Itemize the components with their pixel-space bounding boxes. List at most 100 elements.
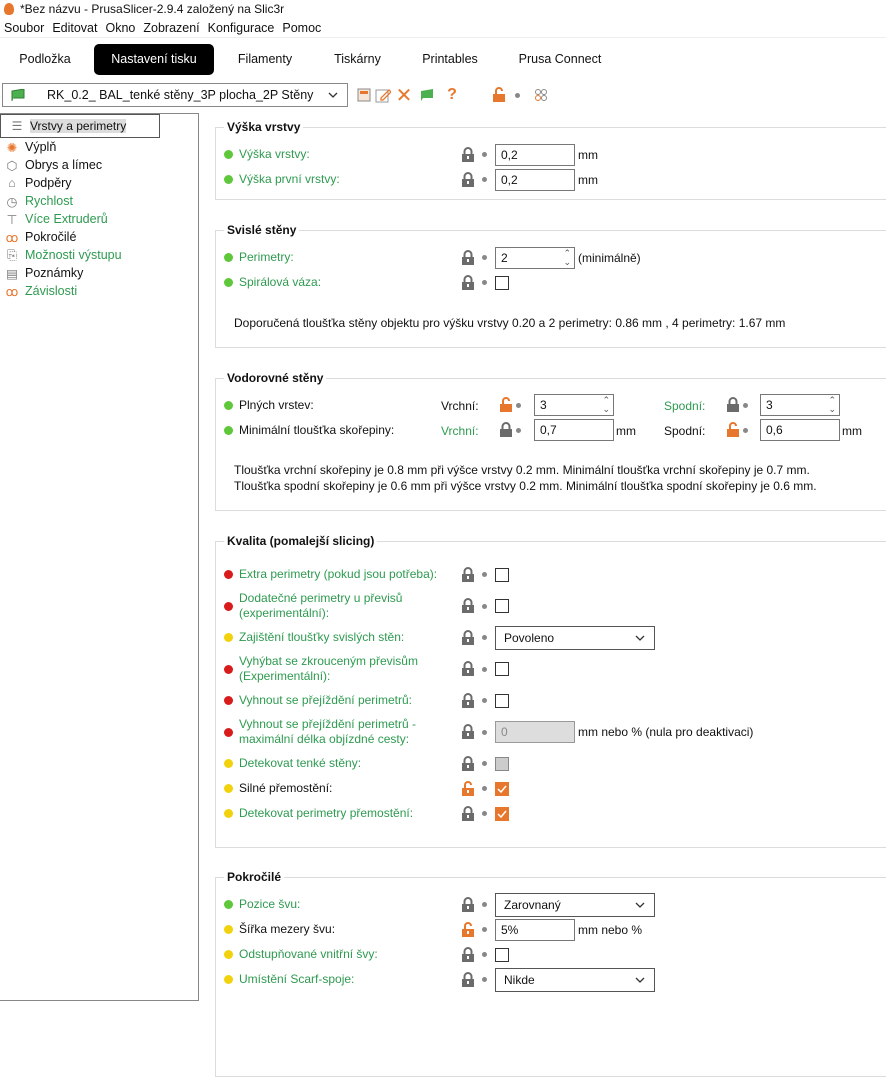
- setting-select[interactable]: Nikde: [495, 967, 655, 992]
- top-solid-layers-input[interactable]: 3 ⌃ ⌄: [534, 394, 614, 416]
- status-dot-icon: [224, 150, 233, 159]
- preset-dropdown[interactable]: RK_0.2_ BAL_tenké stěny_3P plocha_2P Stě…: [2, 83, 348, 107]
- sidebar-item-7[interactable]: ⎘ Možnosti výstupu: [0, 246, 198, 264]
- setting-input[interactable]: 5%: [495, 918, 575, 941]
- setting-select[interactable]: Zarovnaný: [495, 892, 655, 917]
- reset-dot-icon[interactable]: [482, 977, 487, 982]
- menu-konfigurace[interactable]: Konfigurace: [204, 21, 279, 35]
- setting-input[interactable]: 0,2: [495, 143, 575, 166]
- tab-nastaveni-tisku[interactable]: Nastavení tisku: [94, 44, 214, 75]
- reset-dot-icon[interactable]: [482, 952, 487, 957]
- tab-podlozka[interactable]: Podložka: [6, 44, 84, 75]
- sidebar-item-9[interactable]: ꝏ Závislosti: [0, 282, 198, 300]
- sidebar-item-3[interactable]: ⌂ Podpěry: [0, 174, 198, 192]
- unlock-icon[interactable]: [726, 422, 740, 441]
- unlock-icon[interactable]: [499, 397, 513, 416]
- spin-arrows-icon[interactable]: ⌃ ⌄: [828, 396, 836, 414]
- lock-icon[interactable]: [461, 566, 475, 583]
- reset-dot-icon[interactable]: [482, 666, 487, 672]
- tab-tiskarny[interactable]: Tiskárny: [320, 44, 395, 75]
- dependencies-icon[interactable]: [532, 86, 550, 104]
- lock-icon[interactable]: [461, 629, 475, 646]
- setting-checkbox[interactable]: [495, 567, 509, 582]
- reset-dot-icon[interactable]: [482, 152, 487, 157]
- reset-dot-icon[interactable]: [482, 902, 487, 907]
- sidebar-item-6[interactable]: ꝏ Pokročilé: [0, 228, 198, 246]
- reset-dot-icon[interactable]: [482, 698, 487, 703]
- lock-icon[interactable]: [461, 274, 475, 291]
- menu-pomoc[interactable]: Pomoc: [278, 21, 325, 35]
- setting-checkbox[interactable]: [495, 947, 509, 962]
- setting-row: Spirálová váza:: [216, 270, 886, 295]
- top-min-shell-input[interactable]: 0,7: [534, 419, 614, 441]
- status-dot-icon: [224, 570, 233, 579]
- sidebar-item-0[interactable]: ☰ Vrstvy a perimetry: [0, 114, 160, 138]
- lock-icon[interactable]: [461, 598, 475, 614]
- reset-dot-icon[interactable]: [482, 761, 487, 766]
- lock-icon[interactable]: [461, 946, 475, 963]
- lock-icon[interactable]: [499, 422, 513, 441]
- spin-arrows-icon[interactable]: ⌃ ⌄: [563, 248, 571, 267]
- setting-select[interactable]: Povoleno: [495, 625, 655, 650]
- menu-okno[interactable]: Okno: [101, 21, 139, 35]
- unlock-icon[interactable]: [461, 780, 475, 797]
- top-label: Vrchní:: [441, 398, 479, 413]
- reset-dot-icon[interactable]: [482, 786, 487, 791]
- setting-checkbox[interactable]: [495, 599, 509, 613]
- delete-preset-icon[interactable]: ✕: [395, 85, 413, 107]
- setting-checkbox[interactable]: [495, 756, 509, 771]
- menu-soubor[interactable]: Soubor: [0, 21, 48, 35]
- lock-icon[interactable]: [461, 896, 475, 913]
- lock-icon[interactable]: [461, 971, 475, 988]
- lock-icon[interactable]: [461, 724, 475, 740]
- setting-checkbox[interactable]: [495, 693, 509, 708]
- menu-zobrazeni[interactable]: Zobrazení: [139, 21, 203, 35]
- setting-checkbox[interactable]: [495, 781, 509, 796]
- reset-dot-icon[interactable]: [482, 927, 487, 932]
- tab-filamenty[interactable]: Filamenty: [225, 44, 305, 75]
- lock-icon[interactable]: [461, 171, 475, 188]
- tab-printables[interactable]: Printables: [410, 44, 490, 75]
- lock-icon[interactable]: [461, 692, 475, 709]
- lock-icon[interactable]: [461, 755, 475, 772]
- sidebar-item-2[interactable]: ⬡ Obrys a límec: [0, 156, 198, 174]
- spin-arrows-icon[interactable]: ⌃ ⌄: [602, 396, 610, 414]
- status-dot-icon: [224, 401, 233, 410]
- lock-icon[interactable]: [461, 805, 475, 822]
- reset-dot-icon[interactable]: [482, 729, 487, 735]
- bottom-min-shell-input[interactable]: 0,6: [760, 419, 840, 441]
- reset-dot-icon[interactable]: [482, 177, 487, 182]
- sidebar-item-5[interactable]: ⊤ Více Extruderů: [0, 210, 198, 228]
- reset-dot-icon[interactable]: [482, 603, 487, 609]
- reset-dot-icon[interactable]: [482, 811, 487, 816]
- sidebar-item-1[interactable]: ✺ Výplň: [0, 138, 198, 156]
- lock-icon[interactable]: [461, 249, 475, 266]
- lock-icon[interactable]: [461, 661, 475, 677]
- lock-icon[interactable]: [461, 146, 475, 163]
- rename-preset-icon[interactable]: [374, 86, 392, 104]
- reset-dot-icon[interactable]: [482, 572, 487, 577]
- unlock-icon[interactable]: [490, 86, 508, 104]
- lock-icon[interactable]: [726, 397, 740, 416]
- reset-dot-icon[interactable]: [482, 635, 487, 640]
- setting-checkbox[interactable]: [495, 806, 509, 821]
- status-dot-icon: [224, 727, 233, 737]
- save-preset-icon[interactable]: [355, 86, 373, 104]
- setting-unit: (minimálně): [578, 250, 641, 265]
- bottom-solid-layers-input[interactable]: 3 ⌃ ⌄: [760, 394, 840, 416]
- tab-prusa-connect[interactable]: Prusa Connect: [510, 44, 610, 75]
- setting-input[interactable]: 0,2: [495, 168, 575, 191]
- sidebar-item-4[interactable]: ◷ Rychlost: [0, 192, 198, 210]
- reset-dot-icon[interactable]: [482, 255, 487, 260]
- compare-flag-icon[interactable]: [418, 86, 436, 104]
- unlock-icon[interactable]: [461, 921, 475, 938]
- help-icon[interactable]: ?: [443, 86, 461, 104]
- solid-layers-row: Plných vrstev: Vrchní: 3 ⌃ ⌄ Spodní: 3 ⌃ ⌄: [216, 393, 886, 418]
- preset-toolbar: RK_0.2_ BAL_tenké stěny_3P plocha_2P Stě…: [0, 83, 886, 108]
- setting-checkbox[interactable]: [495, 662, 509, 676]
- menu-editovat[interactable]: Editovat: [48, 21, 101, 35]
- reset-dot-icon[interactable]: [482, 280, 487, 285]
- setting-checkbox[interactable]: [495, 275, 509, 290]
- setting-input[interactable]: 2 ⌃ ⌄: [495, 246, 575, 269]
- sidebar-item-8[interactable]: ▤ Poznámky: [0, 264, 198, 282]
